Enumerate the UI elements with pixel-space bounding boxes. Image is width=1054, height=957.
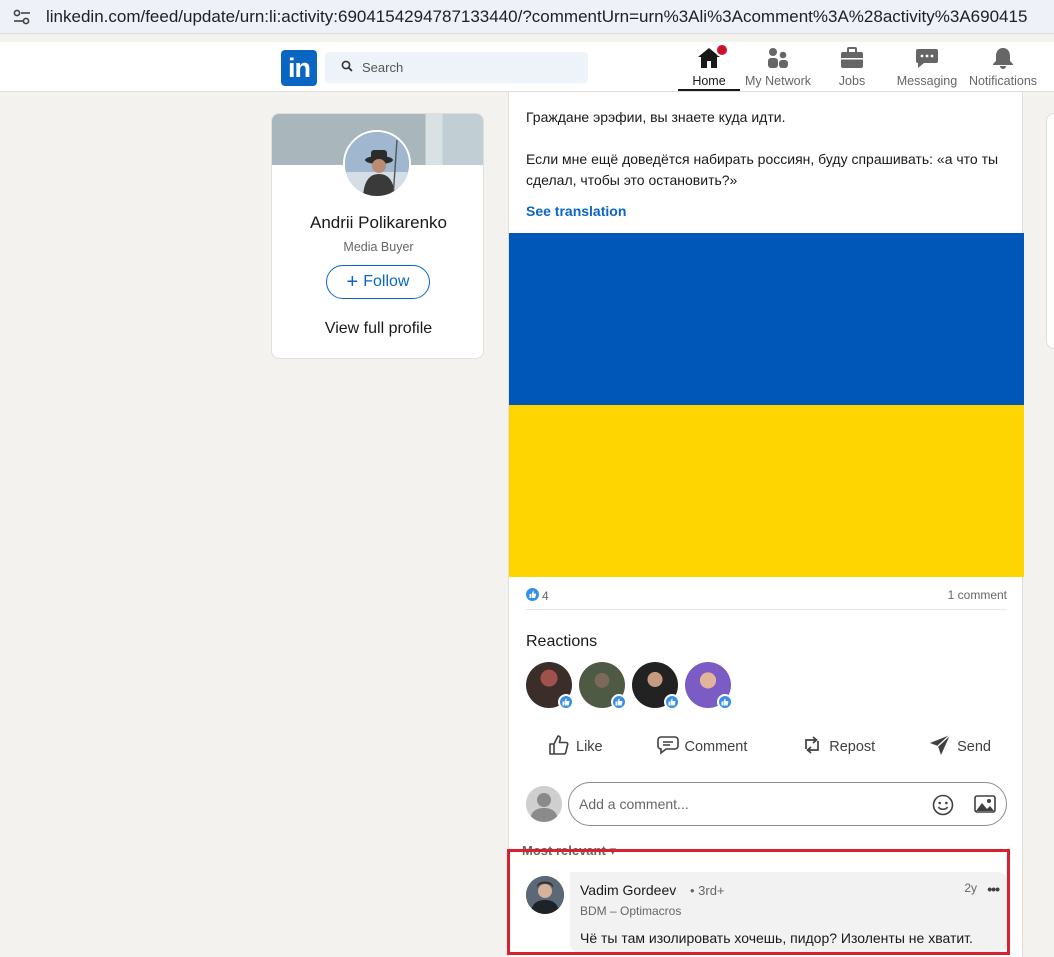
profile-avatar[interactable] bbox=[343, 130, 411, 198]
nav-home-label: Home bbox=[692, 74, 726, 88]
linkedin-logo[interactable]: in bbox=[281, 50, 317, 86]
like-button[interactable]: Like bbox=[548, 734, 603, 760]
comment-input[interactable]: Add a comment... bbox=[568, 782, 1007, 826]
nav-my-network[interactable]: My Network bbox=[740, 45, 816, 91]
reactions-heading: Reactions bbox=[526, 633, 598, 650]
like-reaction-icon bbox=[526, 588, 539, 604]
url-text[interactable]: linkedin.com/feed/update/urn:li:activity… bbox=[46, 7, 1027, 27]
network-icon bbox=[766, 45, 790, 71]
current-user-avatar[interactable] bbox=[526, 786, 562, 822]
post-paragraph: Если мне ещё доведётся набирать россиян,… bbox=[526, 151, 999, 188]
browser-address-bar[interactable]: linkedin.com/feed/update/urn:li:activity… bbox=[0, 0, 1054, 34]
post-paragraph: Граждане эрэфии, вы знаете куда идти. bbox=[526, 109, 786, 125]
search-input[interactable]: Search bbox=[325, 52, 588, 83]
flag-yellow-stripe bbox=[509, 405, 1024, 577]
post-action-bar: Like Comment Repost Send bbox=[526, 729, 1007, 765]
like-badge-icon bbox=[717, 694, 733, 710]
repost-icon bbox=[801, 734, 829, 760]
nav-jobs-label: Jobs bbox=[838, 74, 866, 88]
comment-placeholder: Add a comment... bbox=[579, 796, 689, 812]
bell-icon bbox=[991, 45, 1015, 71]
plus-icon: + bbox=[346, 271, 359, 293]
global-nav: in Search Home My Network Jobs Messaging bbox=[0, 42, 1054, 92]
post-text: Граждане эрэфии, вы знаете куда идти. Ес… bbox=[526, 107, 1006, 212]
social-counts: 4 1 comment bbox=[526, 586, 1007, 610]
like-badge-icon bbox=[558, 694, 574, 710]
nav-home[interactable]: Home bbox=[678, 43, 740, 91]
site-settings-icon[interactable] bbox=[12, 7, 32, 27]
nav-messaging[interactable]: Messaging bbox=[892, 45, 962, 91]
highlight-box bbox=[507, 849, 1010, 955]
see-translation-link[interactable]: See translation bbox=[526, 203, 626, 219]
repost-label: Repost bbox=[829, 739, 876, 755]
like-badge-icon bbox=[664, 694, 680, 710]
post-image-ukraine-flag[interactable] bbox=[509, 233, 1024, 577]
image-icon[interactable] bbox=[974, 794, 996, 819]
notification-badge bbox=[715, 43, 729, 57]
feed-post: Граждане эрэфии, вы знаете куда идти. Ес… bbox=[508, 92, 1024, 957]
comment-label: Comment bbox=[684, 739, 748, 755]
search-placeholder: Search bbox=[362, 60, 404, 75]
search-icon bbox=[341, 59, 353, 77]
repost-button[interactable]: Repost bbox=[801, 734, 875, 760]
message-icon bbox=[915, 45, 939, 71]
reactor-avatar[interactable] bbox=[632, 662, 680, 710]
follow-button[interactable]: + Follow bbox=[326, 265, 430, 299]
thumbs-up-icon bbox=[548, 734, 576, 760]
send-button[interactable]: Send bbox=[929, 734, 991, 760]
comment-count[interactable]: 1 comment bbox=[948, 588, 1007, 602]
reaction-count-number: 4 bbox=[542, 589, 549, 603]
reaction-count[interactable]: 4 bbox=[526, 588, 549, 604]
nav-messaging-label: Messaging bbox=[896, 74, 958, 88]
reactor-avatars bbox=[526, 662, 738, 710]
home-icon bbox=[697, 43, 729, 71]
comment-composer: Add a comment... bbox=[526, 782, 1007, 826]
comment-input-tools bbox=[932, 794, 996, 819]
send-icon bbox=[929, 734, 957, 760]
profile-headline: Media Buyer bbox=[343, 240, 414, 254]
follow-label: Follow bbox=[363, 273, 410, 290]
nav-notifications-label: Notifications bbox=[968, 74, 1038, 88]
reactor-avatar[interactable] bbox=[579, 662, 627, 710]
nav-notifications[interactable]: Notifications bbox=[964, 45, 1042, 91]
emoji-icon[interactable] bbox=[932, 794, 954, 819]
like-label: Like bbox=[576, 739, 603, 755]
reactor-avatar[interactable] bbox=[526, 662, 574, 710]
right-rail-card-edge bbox=[1046, 113, 1054, 349]
comment-button[interactable]: Comment bbox=[656, 735, 748, 759]
author-profile-card: Andrii Polikarenko Media Buyer + Follow … bbox=[271, 113, 484, 359]
profile-name[interactable]: Andrii Polikarenko bbox=[272, 213, 483, 233]
send-label: Send bbox=[957, 739, 991, 755]
nav-my-network-label: My Network bbox=[745, 74, 811, 88]
nav-jobs[interactable]: Jobs bbox=[824, 45, 880, 91]
comment-icon bbox=[656, 735, 685, 759]
like-badge-icon bbox=[611, 694, 627, 710]
briefcase-icon bbox=[840, 45, 864, 71]
reactor-avatar[interactable] bbox=[685, 662, 733, 710]
flag-blue-stripe bbox=[509, 233, 1024, 405]
view-full-profile-link[interactable]: View full profile bbox=[272, 320, 483, 338]
